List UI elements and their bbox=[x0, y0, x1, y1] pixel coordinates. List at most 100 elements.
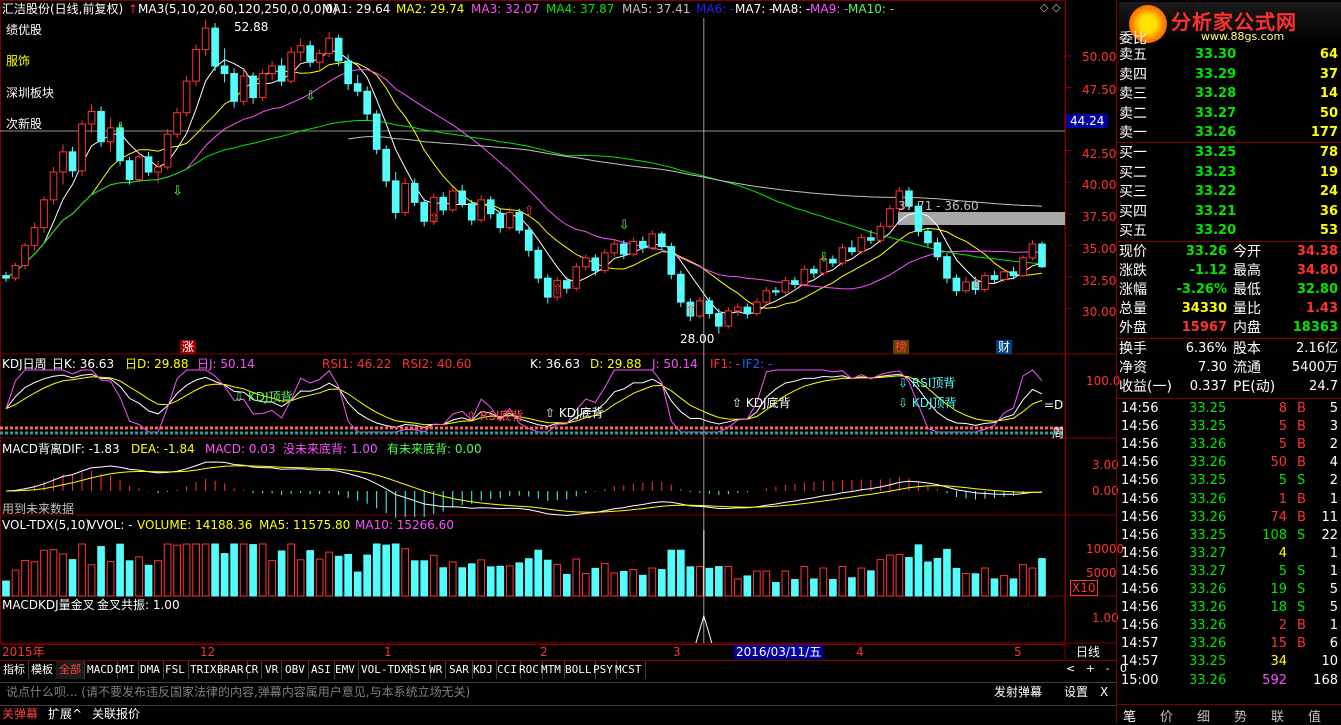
bid-row[interactable]: 买二 33.23 19 bbox=[1117, 164, 1341, 182]
volume-bar bbox=[895, 554, 904, 597]
candle bbox=[30, 227, 39, 246]
right-tab-0[interactable]: 笔 bbox=[1123, 706, 1136, 725]
bid-row[interactable]: 买一 33.25 78 bbox=[1117, 144, 1341, 162]
vol-ma10: MA10: 15266.60 bbox=[355, 518, 454, 532]
price-axis-label: 30.00 bbox=[1082, 305, 1117, 319]
tick-time: 14:56 bbox=[1121, 509, 1159, 525]
ask-row[interactable]: 卖三 33.28 14 bbox=[1117, 85, 1341, 103]
candle bbox=[401, 182, 410, 213]
volume-bar bbox=[439, 567, 448, 597]
volume-bar bbox=[163, 543, 172, 597]
candle bbox=[505, 211, 514, 229]
indicator-tab[interactable]: DMI bbox=[112, 661, 139, 679]
sector-tag[interactable]: 次新股 bbox=[6, 117, 42, 131]
indicator-tab[interactable]: KDJ bbox=[470, 661, 497, 679]
macd-no-future: 没未来底背: 1.00 bbox=[283, 442, 378, 456]
macd-axis-label: 3.00 bbox=[1092, 458, 1119, 472]
ask-volume: 14 bbox=[1319, 86, 1338, 101]
volume-bar bbox=[924, 561, 932, 597]
indicator-tab[interactable]: WR bbox=[426, 661, 447, 679]
tick-price: 33.26 bbox=[1189, 600, 1227, 616]
sector-tag[interactable]: 深圳板块 bbox=[6, 86, 54, 100]
candle bbox=[638, 241, 647, 249]
fund-value: 6.36% bbox=[1185, 341, 1227, 356]
right-tab-2[interactable]: 细 bbox=[1197, 706, 1210, 725]
volume-bar bbox=[78, 543, 86, 597]
indicator-tab[interactable]: 模板 bbox=[28, 661, 57, 679]
indicator-tab[interactable]: FSL bbox=[162, 661, 189, 679]
indicator-tab[interactable]: ASI bbox=[308, 661, 335, 679]
send-danmu-button[interactable]: 发射弹幕 bbox=[994, 683, 1042, 701]
candle bbox=[68, 151, 77, 172]
indicator-tab[interactable]: 指标 bbox=[0, 661, 29, 679]
quote-label: 今开 bbox=[1233, 244, 1261, 260]
settings-button[interactable]: 设置 bbox=[1064, 683, 1088, 701]
candle bbox=[791, 280, 799, 285]
expand-tab[interactable]: 扩展^ bbox=[48, 705, 82, 723]
tick-price: 33.26 bbox=[1189, 636, 1227, 652]
tab-plus-button[interactable]: + bbox=[1086, 662, 1095, 675]
candle bbox=[230, 73, 238, 102]
bang-marker[interactable]: 榜 bbox=[893, 340, 910, 354]
window-controls[interactable]: ◇ ◇ bbox=[1040, 1, 1060, 15]
chart-area[interactable]: ⇩ ⇩ ⇩ ⇧ ⇧ ⇧ ⇩ ⇧ ⇩ ⇧ 汇洁股份(日线,前复权) ↑ MA3(5,10,20,60… bbox=[0, 0, 1127, 723]
sector-tag[interactable]: 绩优股 bbox=[6, 23, 42, 37]
right-tab-5[interactable]: 值 bbox=[1308, 706, 1321, 725]
candle bbox=[353, 83, 362, 92]
volume-bar bbox=[562, 573, 571, 597]
tick-row: 14:56 33.27 5 S 1 bbox=[1117, 563, 1341, 581]
right-tab-4[interactable]: 联 bbox=[1271, 706, 1284, 725]
ask-row[interactable]: 卖四 33.29 37 bbox=[1117, 66, 1341, 84]
ask-row[interactable]: 卖二 33.27 50 bbox=[1117, 105, 1341, 123]
indicator-tab[interactable]: SAR bbox=[446, 661, 473, 679]
related-quote-tab[interactable]: 关联报价 bbox=[92, 705, 140, 723]
indicator-tab[interactable]: OBV bbox=[282, 661, 309, 679]
ask-label: 卖二 bbox=[1119, 105, 1147, 122]
date-label: 5 bbox=[1014, 645, 1022, 659]
tick-count: 5 bbox=[1329, 600, 1338, 616]
period-label[interactable]: 日线 bbox=[1076, 645, 1100, 659]
tick-volume: 15 bbox=[1270, 636, 1287, 652]
bid-volume: 53 bbox=[1319, 223, 1338, 238]
tick-volume: 19 bbox=[1270, 582, 1287, 597]
volume-bar bbox=[477, 559, 486, 597]
ask-row[interactable]: 卖一 33.26 177 bbox=[1117, 124, 1341, 142]
danmu-input[interactable]: 说点什么呗... (请不要发布违反国家法律的内容,弹幕内容属用户意见,与本系统立… bbox=[6, 683, 470, 701]
indicator-tab[interactable]: 全部 bbox=[56, 661, 85, 679]
indicator-tab[interactable]: VR bbox=[262, 661, 283, 679]
right-tab-1[interactable]: 价 bbox=[1160, 706, 1173, 725]
close-danmu-tab[interactable]: 关弹幕 bbox=[2, 705, 38, 723]
ask-row[interactable]: 卖五 33.30 64 bbox=[1117, 46, 1341, 64]
sector-tag[interactable]: 服饰 bbox=[6, 54, 30, 68]
candle bbox=[135, 156, 143, 181]
indicator-tab[interactable]: CR bbox=[242, 661, 263, 679]
tick-volume: 18 bbox=[1270, 600, 1287, 616]
bid-row[interactable]: 买五 33.20 53 bbox=[1117, 222, 1341, 240]
volume-bar bbox=[791, 579, 799, 597]
cai-marker[interactable]: 财 bbox=[996, 340, 1013, 354]
volume-bar bbox=[2, 580, 10, 597]
tab-prev-button[interactable]: < bbox=[1066, 662, 1075, 675]
zhang-marker[interactable]: 涨 bbox=[180, 340, 197, 354]
tick-row: 14:56 33.27 4 1 bbox=[1117, 545, 1341, 563]
chart-canvas[interactable]: ⇩ ⇩ ⇩ ⇧ ⇧ ⇧ ⇩ ⇧ ⇩ ⇧ bbox=[0, 0, 1116, 660]
bid-row[interactable]: 买三 33.22 24 bbox=[1117, 183, 1341, 201]
indicator-tab[interactable]: MTM bbox=[538, 661, 565, 679]
indicator-tab[interactable]: MCST bbox=[612, 661, 646, 679]
signal-arrow-icon: ⇩ bbox=[115, 121, 126, 136]
tick-count: 4 bbox=[1329, 455, 1338, 471]
quote-label: 最高 bbox=[1233, 263, 1261, 279]
bid-row[interactable]: 买四 33.21 36 bbox=[1117, 203, 1341, 221]
candle bbox=[876, 225, 885, 241]
indicator-tab[interactable]: DMA bbox=[137, 661, 164, 679]
tab-minus-button[interactable]: - bbox=[1105, 662, 1109, 675]
tick-price: 33.26 bbox=[1189, 491, 1227, 507]
signal-arrow-icon: ⇩ bbox=[172, 184, 183, 199]
candle bbox=[287, 51, 295, 82]
ma2-value: MA2: 29.74 bbox=[396, 2, 465, 16]
close-icon[interactable]: X bbox=[1100, 683, 1108, 701]
indicator-tab[interactable]: EMV bbox=[332, 661, 359, 679]
volume-bar bbox=[600, 562, 609, 597]
right-tab-3[interactable]: 势 bbox=[1234, 706, 1247, 725]
candle bbox=[534, 249, 543, 279]
